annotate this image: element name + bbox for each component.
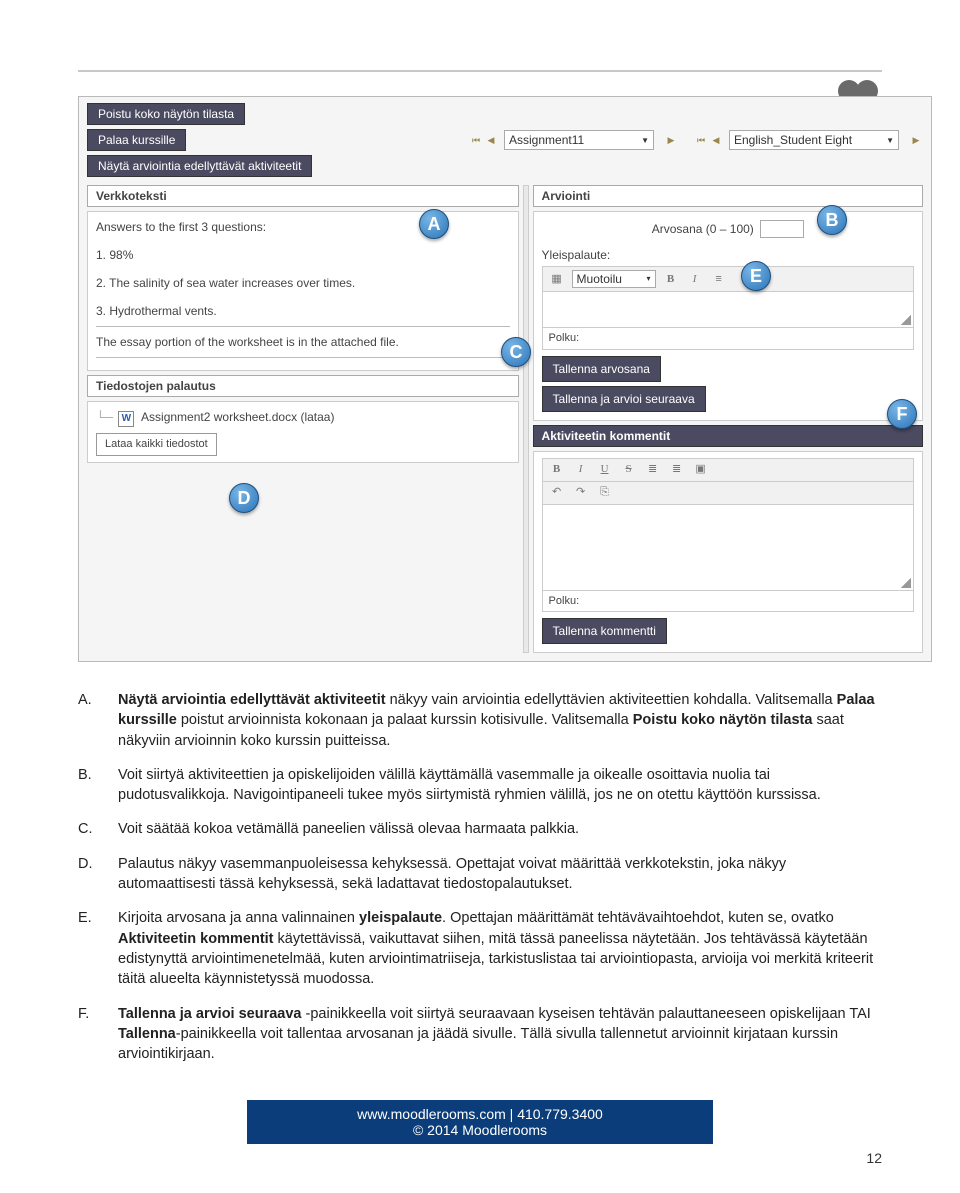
italic-icon[interactable]: I — [572, 462, 590, 478]
online-text-title: Verkkoteksti — [87, 185, 519, 207]
feedback-editor-toolbar[interactable]: ▦ Muotoilu ▾ B I ≡ — [542, 266, 914, 292]
chevron-down-icon: ▾ — [647, 273, 651, 285]
arrow-left-icon[interactable]: ◀ — [709, 131, 723, 149]
file-row[interactable]: └─ W Assignment2 worksheet.docx (lataa) — [96, 408, 510, 427]
list-item: C. Voit säätää kokoa vetämällä paneelien… — [78, 819, 882, 839]
arrow-first-icon[interactable]: ⏮ — [469, 131, 483, 149]
activity-comments-title: Aktiviteetin kommentit — [533, 425, 923, 447]
page-number: 12 — [866, 1150, 882, 1166]
image-icon[interactable]: ▣ — [692, 462, 710, 478]
file-submission-title: Tiedostojen palautus — [87, 375, 519, 397]
comments-path-row: Polku: — [542, 591, 914, 613]
marker-f: F — [887, 399, 917, 429]
legend-list: A. Näytä arviointia edellyttävät aktivit… — [78, 690, 882, 1064]
resize-handle-icon[interactable] — [901, 578, 911, 588]
comments-editor-toolbar-2[interactable]: ↶ ↷ ⎘ — [542, 482, 914, 505]
footer-url: www.moodlerooms.com | 410.779.3400 — [357, 1106, 603, 1122]
footer-copyright: © 2014 Moodlerooms — [357, 1122, 603, 1138]
exit-fullscreen-button[interactable]: Poistu koko näytön tilasta — [87, 103, 245, 125]
download-all-button[interactable]: Lataa kaikki tiedostot — [96, 433, 217, 456]
screenshot-panel: Poistu koko näytön tilasta Palaa kurssil… — [78, 96, 932, 662]
strike-icon[interactable]: S — [620, 462, 638, 478]
list-item: E. Kirjoita arvosana ja anna valinnainen… — [78, 908, 882, 989]
chevron-down-icon: ▼ — [886, 136, 894, 145]
list-item: D. Palautus näkyy vasemmanpuoleisessa ke… — [78, 854, 882, 895]
answer-3: 3. Hydrothermal vents. — [96, 302, 510, 320]
save-grade-button[interactable]: Tallenna arvosana — [542, 356, 661, 382]
save-comment-button[interactable]: Tallenna kommentti — [542, 618, 667, 644]
comments-editor-toolbar[interactable]: B I U S ≣ ≣ ▣ — [542, 458, 914, 482]
student-select[interactable]: English_Student Eight ▼ — [729, 130, 899, 150]
chevron-down-icon: ▼ — [641, 136, 649, 145]
comments-editor[interactable] — [542, 505, 914, 591]
back-to-course-button[interactable]: Palaa kurssille — [87, 129, 186, 151]
arrow-right-icon[interactable]: ▶ — [909, 131, 923, 149]
italic-icon[interactable]: I — [686, 271, 704, 287]
grading-title: Arviointi — [533, 185, 923, 207]
feedback-editor[interactable] — [542, 292, 914, 328]
format-select[interactable]: Muotoilu ▾ — [572, 270, 656, 288]
student-nav-arrows[interactable]: ⏮ ◀ — [694, 131, 723, 149]
marker-e: E — [741, 261, 771, 291]
redo-icon[interactable]: ↷ — [572, 485, 590, 501]
vertical-splitter[interactable] — [523, 185, 529, 653]
marker-a: A — [419, 209, 449, 239]
resize-handle-icon[interactable] — [901, 315, 911, 325]
assignment-nav-arrows[interactable]: ⏮ ◀ — [469, 131, 498, 149]
answer-2: 2. The salinity of sea water increases o… — [96, 274, 510, 292]
list-item: F. Tallenna ja arvioi seuraava -painikke… — [78, 1004, 882, 1065]
footer: www.moodlerooms.com | 410.779.3400 © 201… — [78, 1100, 882, 1144]
arrow-first-icon[interactable]: ⏮ — [694, 131, 708, 149]
essay-note: The essay portion of the worksheet is in… — [96, 333, 510, 351]
activity-comments-body: B I U S ≣ ≣ ▣ ↶ ↷ ⎘ — [533, 451, 923, 654]
undo-icon[interactable]: ↶ — [548, 485, 566, 501]
answer-1: 1. 98% — [96, 246, 510, 264]
bold-icon[interactable]: B — [548, 462, 566, 478]
assignment-select-value: Assignment11 — [509, 133, 584, 147]
arrow-left-icon[interactable]: ◀ — [484, 131, 498, 149]
list-item: A. Näytä arviointia edellyttävät aktivit… — [78, 690, 882, 751]
marker-d: D — [229, 483, 259, 513]
expand-icon[interactable]: ▦ — [548, 271, 566, 287]
header-rule — [78, 70, 882, 72]
bullet-list-icon[interactable]: ≡ — [710, 271, 728, 287]
marker-b: B — [817, 205, 847, 235]
file-submission-body: └─ W Assignment2 worksheet.docx (lataa) … — [87, 401, 519, 463]
file-name: Assignment2 worksheet.docx (lataa) — [141, 410, 334, 424]
numbered-list-icon[interactable]: ≣ — [668, 462, 686, 478]
student-nav-arrows-right[interactable]: ▶ — [909, 131, 923, 149]
feedback-path-row: Polku: — [542, 328, 914, 350]
assignment-select[interactable]: Assignment11 ▼ — [504, 130, 654, 150]
grading-body: Arvosana (0 – 100) Yleispalaute: ▦ Muoto… — [533, 211, 923, 421]
feedback-label: Yleispalaute: — [534, 242, 922, 264]
grade-input[interactable] — [760, 220, 804, 238]
bullet-list-icon[interactable]: ≣ — [644, 462, 662, 478]
list-item: B. Voit siirtyä aktiviteettien ja opiske… — [78, 765, 882, 806]
student-select-value: English_Student Eight — [734, 133, 852, 147]
assignment-nav-arrows-right[interactable]: ▶ — [664, 131, 678, 149]
grade-label: Arvosana (0 – 100) — [652, 220, 754, 238]
save-and-next-button[interactable]: Tallenna ja arvioi seuraava — [542, 386, 706, 412]
underline-icon[interactable]: U — [596, 462, 614, 478]
online-text-body: Answers to the first 3 questions: 1. 98%… — [87, 211, 519, 371]
arrow-right-icon[interactable]: ▶ — [664, 131, 678, 149]
show-required-activities-button[interactable]: Näytä arviointia edellyttävät aktiviteet… — [87, 155, 312, 177]
word-file-icon: W — [118, 411, 134, 427]
marker-c: C — [501, 337, 531, 367]
bold-icon[interactable]: B — [662, 271, 680, 287]
link-icon[interactable]: ⎘ — [596, 485, 614, 501]
